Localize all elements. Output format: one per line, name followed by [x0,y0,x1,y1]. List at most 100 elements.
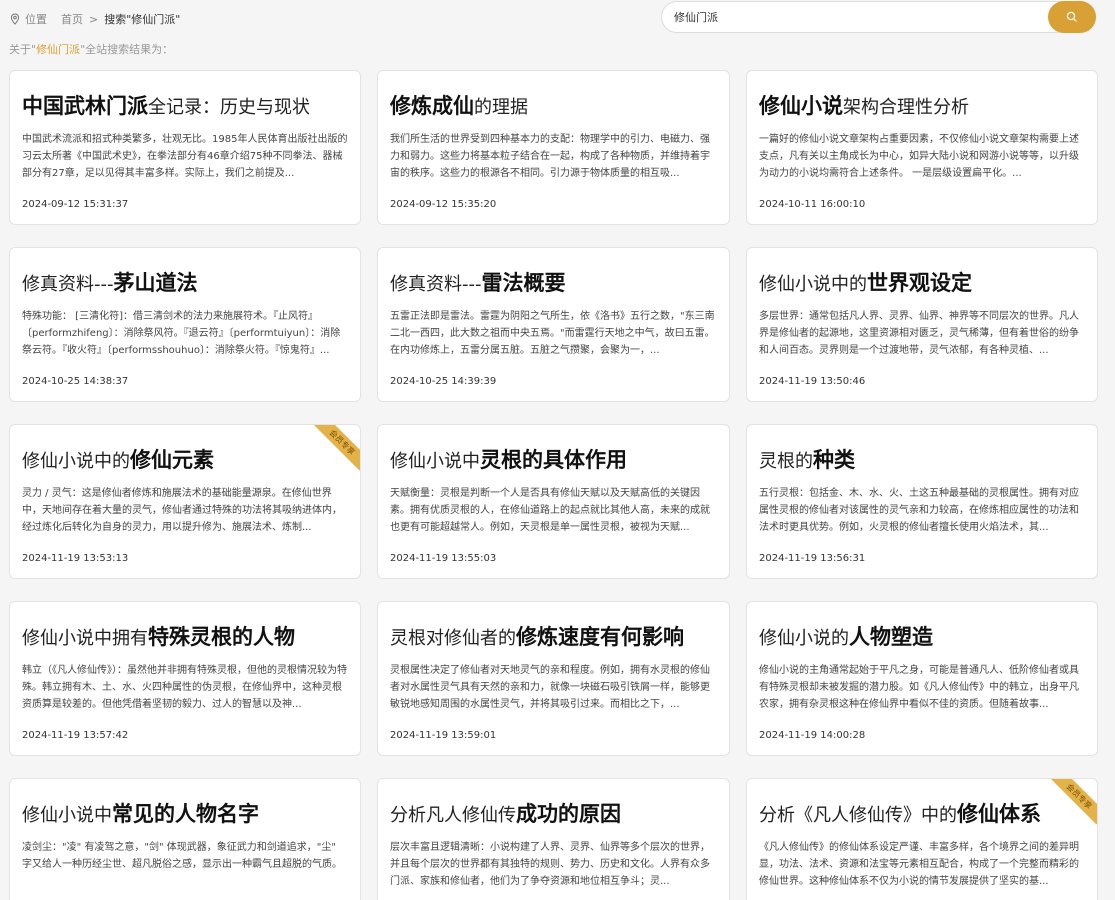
article-title-pre: 修真资料--- [390,274,482,295]
article-title[interactable]: 中国武林门派全记录：历史与现状 [22,91,348,121]
article-title-pre: 修仙小说的 [759,628,849,649]
article-excerpt: 层次丰富且逻辑清晰：小说构建了人界、灵界、仙界等多个层次的世界，并且每个层次的世… [390,842,710,887]
article-title-hl: 世界观设定 [867,271,972,295]
article-excerpt: 一篇好的修仙小说文章架构占重要因素，不仅修仙小说文章架构需要上述支点，凡有关以主… [759,134,1079,179]
article-date: 2024-11-19 13:55:03 [390,553,497,564]
article-title-hl: 人物塑造 [849,625,933,649]
article-date: 2024-11-19 13:57:42 [22,730,129,741]
article-title-pre: 修仙小说中拥有 [22,628,148,649]
search-button[interactable] [1048,1,1096,33]
article-date: 2024-09-12 15:31:37 [22,199,129,210]
article-title-post: 的理据 [474,97,528,118]
search-summary: 关于"修仙门派"全站搜索结果为： [9,41,173,57]
article-card[interactable]: 中国武林门派全记录：历史与现状中国武术流派和招式种类繁多，壮观无比。1985年人… [9,70,361,225]
article-date: 2024-09-12 15:35:20 [390,199,497,210]
article-title[interactable]: 灵根的种类 [759,445,1085,475]
article-card[interactable]: 分析凡人修仙传成功的原因层次丰富且逻辑清晰：小说构建了人界、灵界、仙界等多个层次… [377,778,730,900]
article-card[interactable]: 灵根的种类五行灵根：包括金、木、水、火、土这五种最基础的灵根属性。拥有对应属性灵… [746,424,1098,579]
article-excerpt: 灵力 / 灵气：这是修仙者修炼和施展法术的基础能量源泉。在修仙世界中，天地间存在… [22,488,342,533]
article-date: 2024-10-25 14:38:37 [22,376,129,387]
article-date: 2024-10-11 16:00:10 [759,199,866,210]
breadcrumb-separator: > [89,12,99,26]
article-title-hl: 中国武林门派 [22,94,148,118]
article-excerpt: 天赋衡量：灵根是判断一个人是否具有修仙天赋以及天赋高低的关键因素。拥有优质灵根的… [390,488,710,533]
article-title-hl: 修炼成仙 [390,94,474,118]
article-excerpt: 我们所生活的世界受到四种基本力的支配：物理学中的引力、电磁力、强力和弱力。这些力… [390,134,710,179]
article-card[interactable]: 修仙小说中的修仙元素灵力 / 灵气：这是修仙者修炼和施展法术的基础能量源泉。在修… [9,424,361,579]
article-title-pre: 分析《凡人修仙传》中的 [759,805,957,826]
article-title[interactable]: 修仙小说中的世界观设定 [759,268,1085,298]
search-icon [1066,11,1077,22]
article-excerpt: 五雷正法即是雷法。雷霆为阴阳之气所生，依《洛书》五行之数，"东三南二北一西四，此… [390,311,715,356]
article-title[interactable]: 分析《凡人修仙传》中的修仙体系 [759,799,1085,829]
article-title[interactable]: 修真资料---茅山道法 [22,268,348,298]
article-title-hl: 成功的原因 [516,802,621,826]
top-bar: 位置 首页 > 搜索"修仙门派" [0,0,1115,40]
summary-keyword: 修仙门派 [36,43,81,56]
article-title[interactable]: 修仙小说中灵根的具体作用 [390,445,717,475]
results-grid: 中国武林门派全记录：历史与现状中国武术流派和招式种类繁多，壮观无比。1985年人… [9,70,1098,900]
article-title-post: 全记录：历史与现状 [148,97,310,118]
summary-prefix: 关于" [9,43,37,56]
article-date: 2024-11-19 14:00:28 [759,730,866,741]
article-title-pre: 修真资料--- [22,274,114,295]
article-title-pre: 修仙小说中的 [759,274,867,295]
article-card[interactable]: 修仙小说中灵根的具体作用天赋衡量：灵根是判断一个人是否具有修仙天赋以及天赋高低的… [377,424,730,579]
article-card[interactable]: 修仙小说架构合理性分析一篇好的修仙小说文章架构占重要因素，不仅修仙小说文章架构需… [746,70,1098,225]
article-title-hl: 修仙小说 [759,94,843,118]
article-excerpt: 多层世界：通常包括凡人界、灵界、仙界、神界等不同层次的世界。凡人界是修仙者的起源… [759,311,1079,356]
article-card[interactable]: 修仙小说中拥有特殊灵根的人物韩立（《凡人修仙传》）：虽然他并非拥有特殊灵根，但他… [9,601,361,756]
article-card[interactable]: 修炼成仙的理据我们所生活的世界受到四种基本力的支配：物理学中的引力、电磁力、强力… [377,70,730,225]
article-title-hl: 修仙体系 [957,802,1041,826]
article-excerpt: 《凡人修仙传》的修仙体系设定严谨、丰富多样，各个境界之间的差异明显，功法、法术、… [759,842,1079,887]
breadcrumb-label: 位置 [25,13,47,26]
article-title[interactable]: 灵根对修仙者的修炼速度有何影响 [390,622,717,652]
article-excerpt: 特殊功能： [三清化符]：借三清剑术的法力来施展符术。『止风符』〔perform… [22,311,341,356]
article-card[interactable]: 修仙小说的人物塑造修仙小说的主角通常起始于平凡之身，可能是普通凡人、低阶修仙者或… [746,601,1098,756]
search-box [661,1,1096,33]
article-card[interactable]: 修仙小说中常见的人物名字 凌剑尘："凌" 有凌驾之意，"剑" 体现武器，象征武力和… [9,778,361,900]
article-title[interactable]: 修炼成仙的理据 [390,91,717,121]
article-date: 2024-11-19 13:56:31 [759,553,866,564]
article-excerpt: 五行灵根：包括金、木、水、火、土这五种最基础的灵根属性。拥有对应属性灵根的修仙者… [759,488,1079,533]
article-excerpt: 凌剑尘："凌" 有凌驾之意，"剑" 体现武器，象征武力和剑道追求，"尘" 字又给… [22,842,342,870]
article-excerpt: 韩立（《凡人修仙传》）：虽然他并非拥有特殊灵根，但他的灵根情况较为特殊。韩立拥有… [22,665,347,710]
article-title-pre: 修仙小说中 [22,805,112,826]
article-title-pre: 灵根的 [759,451,813,472]
search-input[interactable] [674,2,1044,32]
article-date: 2024-10-25 14:39:39 [390,376,497,387]
article-title[interactable]: 修真资料---雷法概要 [390,268,717,298]
article-excerpt: 灵根属性决定了修仙者对天地灵气的亲和程度。例如，拥有水灵根的修仙者对水属性灵气具… [390,665,710,710]
article-title[interactable]: 修仙小说的人物塑造 [759,622,1085,652]
article-title-hl: 灵根的具体作用 [480,448,627,472]
article-title-hl: 修仙元素 [130,448,214,472]
article-excerpt: 中国武术流派和招式种类繁多，壮观无比。1985年人民体育出版社出版的习云太所著《… [22,134,348,179]
article-title-hl: 修炼速度有何影响 [516,625,684,649]
article-title-pre: 灵根对修仙者的 [390,628,516,649]
location-pin-icon [10,13,20,25]
article-title-pre: 分析凡人修仙传 [390,805,516,826]
article-date: 2024-11-19 13:50:46 [759,376,866,387]
breadcrumb-home-link[interactable]: 首页 [61,11,83,27]
breadcrumb: 位置 首页 > 搜索"修仙门派" [9,11,180,27]
article-date: 2024-11-19 13:59:01 [390,730,497,741]
article-title[interactable]: 修仙小说中拥有特殊灵根的人物 [22,622,348,652]
article-title[interactable]: 修仙小说架构合理性分析 [759,91,1085,121]
article-card[interactable]: 修仙小说中的世界观设定多层世界：通常包括凡人界、灵界、仙界、神界等不同层次的世界… [746,247,1098,402]
article-excerpt: 修仙小说的主角通常起始于平凡之身，可能是普通凡人、低阶修仙者或具有特殊灵根却未被… [759,665,1079,710]
article-title-hl: 特殊灵根的人物 [148,625,295,649]
article-title-pre: 修仙小说中的 [22,451,130,472]
article-title-pre: 修仙小说中 [390,451,480,472]
article-title[interactable]: 分析凡人修仙传成功的原因 [390,799,717,829]
article-title-hl: 雷法概要 [481,271,566,295]
article-title[interactable]: 修仙小说中常见的人物名字 [22,799,348,829]
article-card[interactable]: 修真资料---雷法概要五雷正法即是雷法。雷霆为阴阳之气所生，依《洛书》五行之数，… [377,247,730,402]
breadcrumb-current: 搜索"修仙门派" [104,13,181,26]
article-title-post: 架构合理性分析 [843,97,969,118]
article-title-hl: 茅山道法 [113,271,198,295]
article-title[interactable]: 修仙小说中的修仙元素 [22,445,348,475]
summary-suffix: "全站搜索结果为： [80,43,174,56]
article-card[interactable]: 灵根对修仙者的修炼速度有何影响灵根属性决定了修仙者对天地灵气的亲和程度。例如，拥… [377,601,730,756]
article-card[interactable]: 修真资料---茅山道法特殊功能： [三清化符]：借三清剑术的法力来施展符术。『止… [9,247,361,402]
article-card[interactable]: 分析《凡人修仙传》中的修仙体系《凡人修仙传》的修仙体系设定严谨、丰富多样，各个境… [746,778,1098,900]
